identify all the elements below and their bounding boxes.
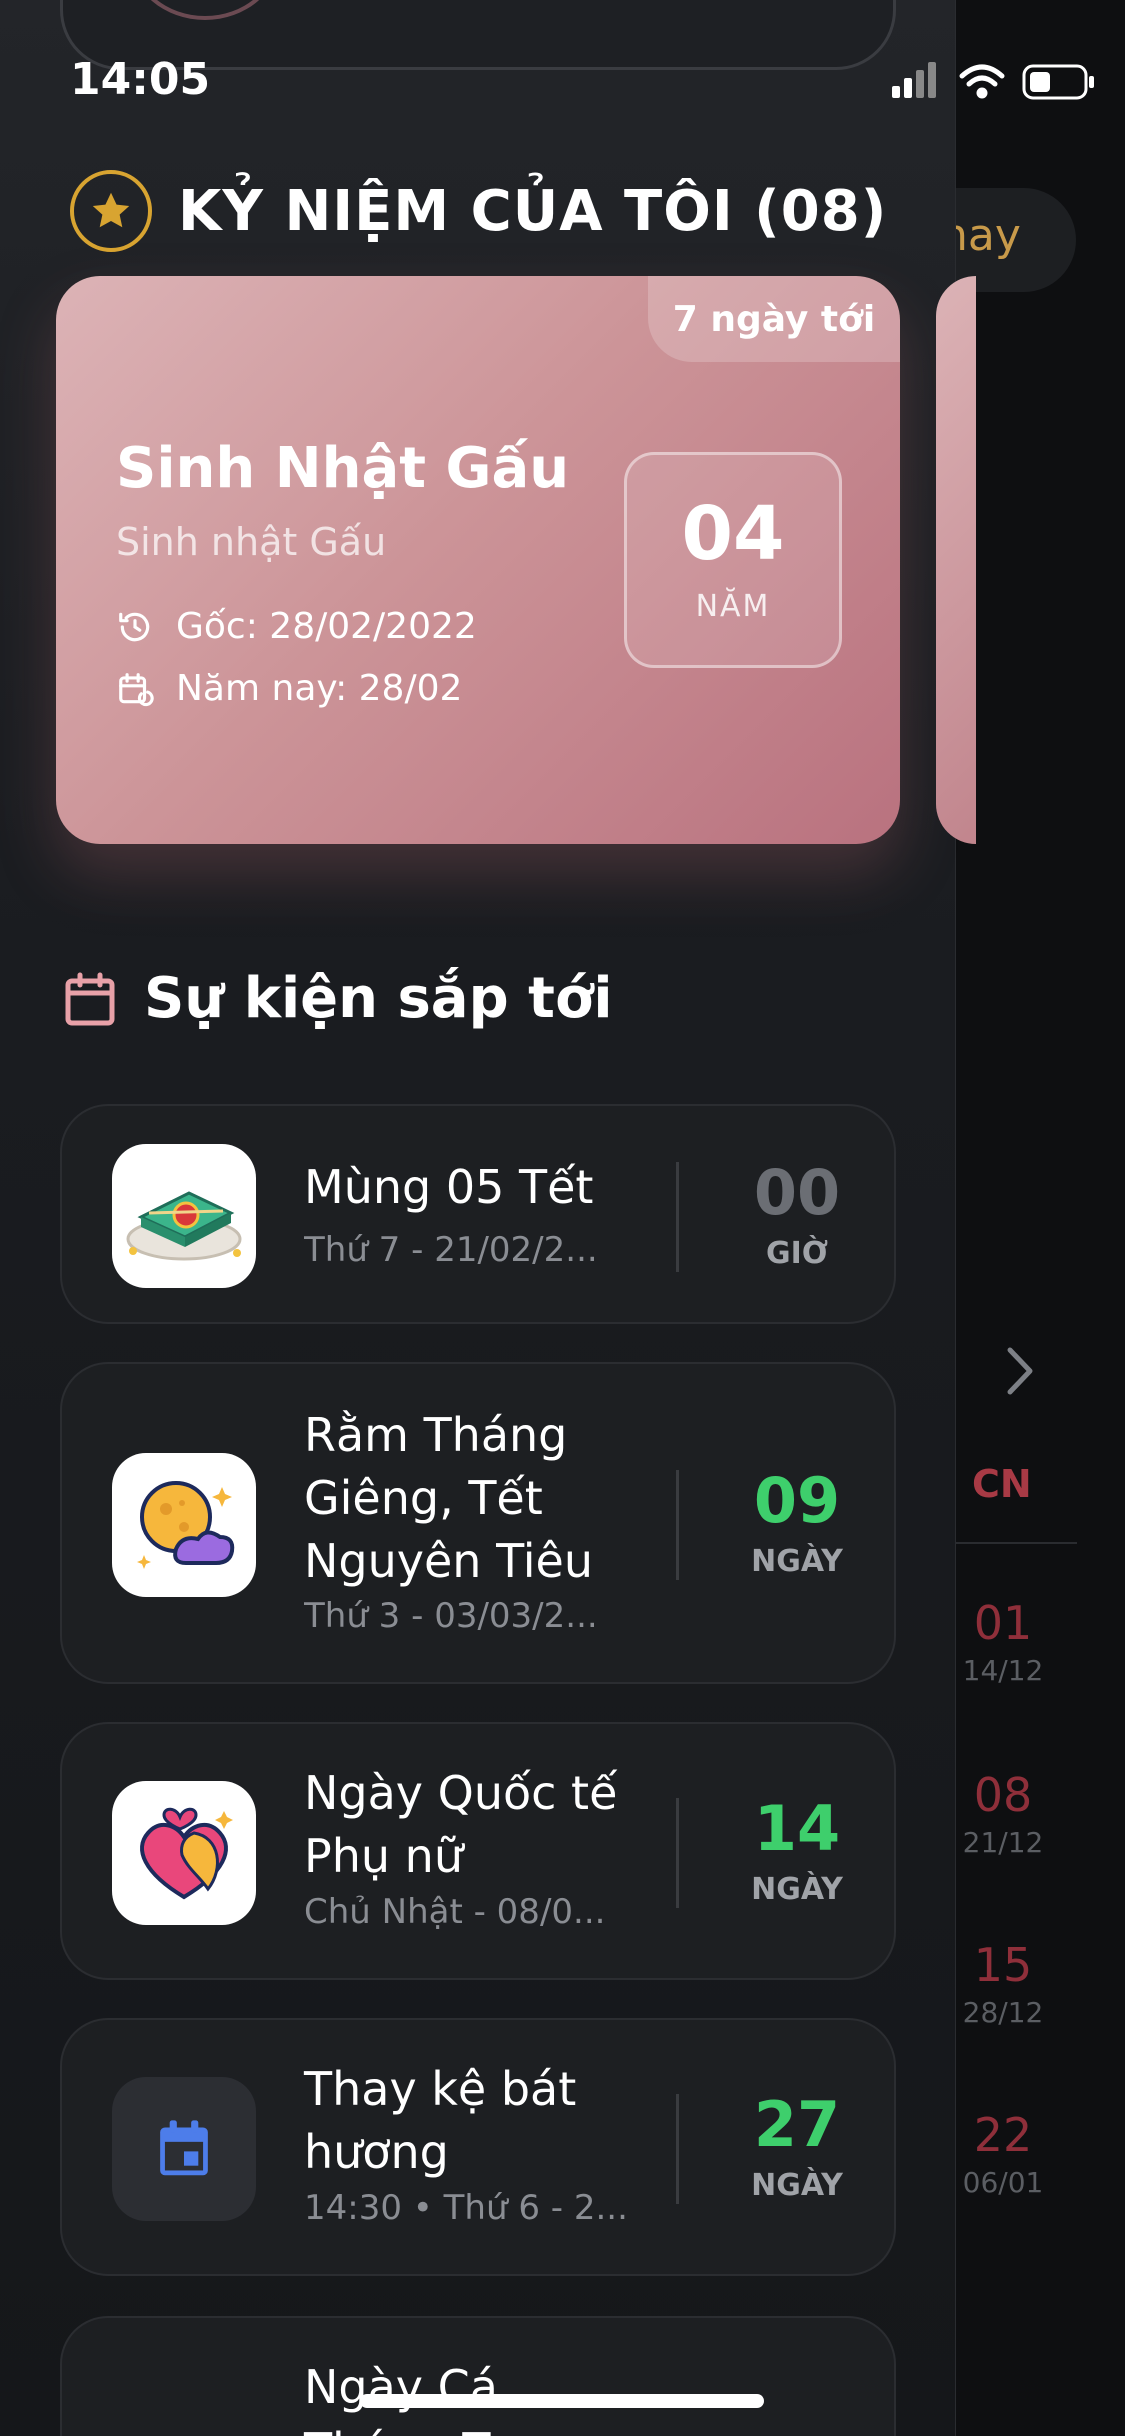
event-card[interactable]: Ngày Cá Tháng T <box>60 2316 896 2436</box>
event-divider <box>676 1798 679 1908</box>
next-anniversary-card-peek[interactable] <box>936 276 976 844</box>
event-countdown: 14 NGÀY <box>722 1792 872 1908</box>
event-card[interactable]: Mùng 05 Tết Thứ 7 - 21/02/2... 00 GIỜ <box>60 1104 896 1324</box>
star-icon <box>70 170 152 252</box>
event-title: Ngày Quốc tế Phụ nữ <box>304 1766 618 1883</box>
date-lunar: 14/12 <box>962 1654 1044 1687</box>
status-bar-icons <box>892 62 1094 100</box>
anniversary-card[interactable]: 7 ngày tới Sinh Nhật Gấu Sinh nhật Gấu G… <box>56 276 900 844</box>
countdown-unit: NGÀY <box>751 1544 843 1579</box>
cellular-signal-icon <box>892 62 936 98</box>
calendar-date-cell[interactable]: 01 14/12 <box>958 1596 1048 1687</box>
event-subtitle: Thứ 3 - 03/03/2... <box>304 1596 598 1636</box>
origin-date-row: Gốc: 28/02/2022 <box>116 606 477 647</box>
event-title: Mùng 05 Tết <box>304 1160 594 1214</box>
date-day: 01 <box>973 1596 1033 1650</box>
home-indicator[interactable] <box>360 2394 764 2408</box>
calendar-icon <box>65 972 115 1025</box>
event-countdown: 27 NGÀY <box>722 2088 872 2204</box>
anniversary-name: Sinh Nhật Gấu <box>116 436 570 501</box>
event-subtitle: Chủ Nhật - 08/0... <box>304 1892 606 1932</box>
this-year-date-row: Năm nay: 28/02 <box>116 668 462 709</box>
origin-date-text: Gốc: 28/02/2022 <box>176 606 477 647</box>
anniversaries-title: KỶ NIỆM CỦA TÔI (08) <box>178 178 888 244</box>
date-lunar: 21/12 <box>962 1826 1044 1859</box>
countdown-number: 27 <box>753 2088 841 2161</box>
event-card[interactable]: Thay kệ bát hương 14:30 • Thứ 6 - 2... 2… <box>60 2018 896 2276</box>
countdown-unit: NGÀY <box>751 1872 843 1907</box>
countdown-number: 14 <box>753 1792 841 1865</box>
full-moon-icon <box>112 1453 256 1597</box>
calendar-divider <box>955 1542 1077 1544</box>
event-subtitle: Thứ 7 - 21/02/2... <box>304 1230 598 1270</box>
countdown-unit: GIỜ <box>766 1236 828 1271</box>
event-title: Rằm Tháng Giêng, Tết Nguyên Tiêu <box>304 1408 593 1588</box>
date-day: 22 <box>973 2108 1033 2162</box>
this-year-date-text: Năm nay: 28/02 <box>176 668 463 709</box>
years-count-box: 04 NĂM <box>624 452 842 668</box>
anniversary-subtitle: Sinh nhật Gấu <box>116 520 387 564</box>
date-day: 08 <box>973 1768 1033 1822</box>
event-subtitle: 14:30 • Thứ 6 - 2... <box>304 2188 628 2228</box>
tet-cake-icon <box>112 1144 256 1288</box>
history-icon <box>119 612 150 641</box>
next-month-chevron-icon[interactable] <box>1000 1344 1040 1398</box>
status-bar-time: 14:05 <box>70 54 211 105</box>
event-divider <box>676 1162 679 1272</box>
countdown-unit: NGÀY <box>751 2168 843 2203</box>
women-day-icon <box>112 1781 256 1925</box>
event-divider <box>676 1470 679 1580</box>
event-countdown: 00 GIỜ <box>722 1156 872 1272</box>
days-until-badge: 7 ngày tới <box>648 276 900 362</box>
calendar-repeat-icon <box>119 672 154 706</box>
years-unit: NĂM <box>695 588 771 624</box>
event-title: Thay kệ bát hương <box>304 2062 577 2179</box>
countdown-number: 00 <box>753 1156 841 1229</box>
date-day: 15 <box>973 1938 1033 1992</box>
calendar-date-cell[interactable]: 15 28/12 <box>958 1938 1048 2029</box>
battery-icon <box>1022 64 1094 100</box>
upcoming-events-header: Sự kiện sắp tới <box>64 966 613 1031</box>
calendar-date-cell[interactable]: 22 06/01 <box>958 2108 1048 2199</box>
calendar-date-cell[interactable]: 08 21/12 <box>958 1768 1048 1859</box>
upcoming-events-title: Sự kiện sắp tới <box>144 966 613 1031</box>
wifi-icon <box>959 64 1005 99</box>
weekday-header-sunday: CN <box>972 1462 1032 1506</box>
date-lunar: 28/12 <box>962 1996 1044 2029</box>
countdown-number: 09 <box>753 1464 841 1537</box>
date-lunar: 06/01 <box>962 2166 1044 2199</box>
anniversaries-header: KỶ NIỆM CỦA TÔI (08) <box>70 170 887 252</box>
event-divider <box>676 2094 679 2204</box>
event-card[interactable]: Rằm Tháng Giêng, Tết Nguyên Tiêu Thứ 3 -… <box>60 1362 896 1684</box>
calendar-icon <box>112 2077 256 2221</box>
years-count: 04 <box>681 490 785 577</box>
event-card[interactable]: Ngày Quốc tế Phụ nữ Chủ Nhật - 08/0... 1… <box>60 1722 896 1980</box>
event-countdown: 09 NGÀY <box>722 1464 872 1580</box>
side-drawer: 14:05 KỶ NIỆM CỦA TÔI (08) 7 ngày tới Si… <box>0 0 1094 2436</box>
